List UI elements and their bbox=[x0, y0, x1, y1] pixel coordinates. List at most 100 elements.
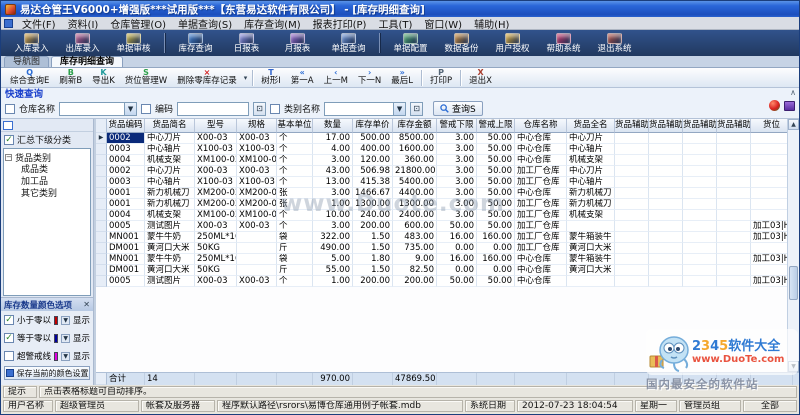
grid-cell[interactable]: X100-03 bbox=[195, 144, 237, 155]
grid-cell[interactable] bbox=[615, 265, 649, 276]
category-lookup-button[interactable]: ⊡ bbox=[410, 102, 423, 116]
category-checkbox[interactable] bbox=[270, 104, 280, 114]
grid-cell[interactable]: 50.00 bbox=[477, 276, 515, 287]
grid-cell[interactable]: 50KG bbox=[195, 243, 237, 254]
grid-cell[interactable] bbox=[717, 177, 751, 188]
tab-stock-detail-query[interactable]: 库存明细查询 bbox=[51, 56, 123, 67]
toolbar-button-first-record[interactable]: «第一A bbox=[286, 68, 319, 87]
menu-item-tools[interactable]: 工具(T) bbox=[372, 16, 418, 31]
table-row[interactable]: 0004机械支架XM100-03XM100-03个3.00120.00360.0… bbox=[96, 155, 799, 166]
grid-cell[interactable]: XM100-03 bbox=[195, 155, 237, 166]
grid-cell[interactable] bbox=[683, 166, 717, 177]
grid-cell[interactable]: 10.00 bbox=[313, 210, 353, 221]
grid-cell[interactable]: XM200-03 bbox=[195, 199, 237, 210]
grid-cell[interactable]: 加工厂仓库 bbox=[515, 232, 567, 243]
grid-cell[interactable]: XM200-03 bbox=[195, 188, 237, 199]
grid-cell[interactable]: 黄河口大米 bbox=[567, 265, 615, 276]
grid-cell[interactable]: 0003 bbox=[107, 177, 145, 188]
row-selector[interactable] bbox=[96, 177, 107, 188]
grid-cell[interactable]: 4400.00 bbox=[393, 188, 437, 199]
grid-cell[interactable]: 17.00 bbox=[313, 133, 353, 144]
grid-cell[interactable]: 50.00 bbox=[477, 221, 515, 232]
grid-cell[interactable] bbox=[649, 254, 683, 265]
grid-cell[interactable]: XM100-03 bbox=[195, 210, 237, 221]
menu-item-data[interactable]: 资料(I) bbox=[62, 16, 105, 31]
grid-cell[interactable]: 5.00 bbox=[313, 254, 353, 265]
grid-cell[interactable]: X00-03 bbox=[195, 133, 237, 144]
grid-cell[interactable] bbox=[649, 155, 683, 166]
grid-cell[interactable]: 机械支架 bbox=[145, 155, 195, 166]
grid-cell[interactable]: 600.00 bbox=[393, 221, 437, 232]
grid-cell[interactable]: 1466.67 bbox=[353, 188, 393, 199]
grid-cell[interactable] bbox=[237, 232, 277, 243]
table-row[interactable]: DM001黄河口大米50KG斤55.001.5082.500.000.00中心仓… bbox=[96, 265, 799, 276]
grid-cell[interactable] bbox=[615, 166, 649, 177]
grid-cell[interactable]: 1300.00 bbox=[393, 199, 437, 210]
grid-cell[interactable] bbox=[237, 265, 277, 276]
grid-cell[interactable] bbox=[683, 199, 717, 210]
toolbar-button-exit-system[interactable]: 退出系统 bbox=[590, 31, 639, 56]
grid-cell[interactable]: 16.00 bbox=[437, 232, 477, 243]
toolbar-button-last-record[interactable]: »最后L bbox=[386, 68, 418, 87]
grid-cell[interactable]: 1.50 bbox=[353, 232, 393, 243]
grid-cell[interactable]: 9.00 bbox=[393, 254, 437, 265]
toolbar-button-delete-zero-stock[interactable]: ×删除零库存记录 bbox=[172, 68, 242, 87]
grid-cell[interactable] bbox=[683, 133, 717, 144]
grid-cell[interactable]: 新力机械刀 bbox=[145, 188, 195, 199]
grid-cell[interactable] bbox=[683, 265, 717, 276]
toolbar-button-data-backup[interactable]: 数据备份 bbox=[437, 31, 486, 56]
grid-cell[interactable]: 3.00 bbox=[437, 177, 477, 188]
grid-cell[interactable]: 16.00 bbox=[437, 254, 477, 265]
grid-cell[interactable]: XM100-03 bbox=[237, 155, 277, 166]
search-button[interactable]: 查询S bbox=[433, 101, 483, 116]
grid-cell[interactable]: 483.00 bbox=[393, 232, 437, 243]
grid-cell[interactable]: 加工厂仓库 bbox=[515, 243, 567, 254]
grid-cell[interactable]: 0.00 bbox=[437, 243, 477, 254]
grid-cell[interactable]: 250ML*16 bbox=[195, 254, 237, 265]
menu-item-window[interactable]: 窗口(W) bbox=[418, 16, 468, 31]
chevron-down-icon[interactable]: ▼ bbox=[124, 103, 136, 115]
table-row[interactable]: 0005测试图片X00-03X00-03个1.00200.00200.0050.… bbox=[96, 276, 799, 287]
grid-cell[interactable]: 黄河口大米 bbox=[145, 243, 195, 254]
toolbar-button-tree-view[interactable]: T树形I bbox=[256, 68, 286, 87]
grid-cell[interactable]: 新力机械刀 bbox=[145, 199, 195, 210]
column-header[interactable]: 型号 bbox=[195, 119, 237, 133]
grid-cell[interactable] bbox=[683, 210, 717, 221]
grid-cell[interactable]: 中心仓库 bbox=[515, 133, 567, 144]
grid-cell[interactable] bbox=[649, 221, 683, 232]
grid-cell[interactable] bbox=[683, 276, 717, 287]
grid-cell[interactable]: 120.00 bbox=[353, 155, 393, 166]
grid-cell[interactable]: 50.00 bbox=[477, 144, 515, 155]
row-selector[interactable] bbox=[96, 144, 107, 155]
grid-cell[interactable]: 3.00 bbox=[313, 155, 353, 166]
column-header[interactable]: 货品编码 bbox=[107, 119, 145, 133]
row-selector[interactable] bbox=[96, 210, 107, 221]
code-checkbox[interactable] bbox=[141, 104, 151, 114]
grid-cell[interactable]: 3.00 bbox=[437, 188, 477, 199]
grid-cell[interactable] bbox=[683, 221, 717, 232]
scroll-up-icon[interactable]: ▲ bbox=[788, 119, 799, 130]
grid-cell[interactable]: 50.00 bbox=[477, 166, 515, 177]
column-header[interactable]: 货品辅助一 bbox=[615, 119, 649, 133]
grid-cell[interactable] bbox=[615, 177, 649, 188]
grid-cell[interactable]: 1300.00 bbox=[353, 199, 393, 210]
grid-cell[interactable] bbox=[615, 199, 649, 210]
grid-cell[interactable]: 1600.00 bbox=[393, 144, 437, 155]
summarize-checkbox[interactable]: ✓ bbox=[4, 135, 14, 145]
grid-cell[interactable]: X00-03 bbox=[195, 221, 237, 232]
grid-cell[interactable]: X100-03 bbox=[237, 177, 277, 188]
column-header[interactable]: 规格 bbox=[237, 119, 277, 133]
grid-cell[interactable]: 中心刀片 bbox=[145, 166, 195, 177]
grid-cell[interactable] bbox=[683, 155, 717, 166]
grid-cell[interactable]: 0001 bbox=[107, 188, 145, 199]
grid-cell[interactable] bbox=[567, 221, 615, 232]
tree-item[interactable]: 其它类别 bbox=[5, 188, 89, 200]
row-selector[interactable] bbox=[96, 166, 107, 177]
grid-cell[interactable] bbox=[615, 188, 649, 199]
column-header[interactable]: 基本单位 bbox=[277, 119, 313, 133]
toolbar-button-monthly-report[interactable]: 月报表 bbox=[273, 31, 322, 56]
grid-cell[interactable]: 个 bbox=[277, 166, 313, 177]
table-row[interactable]: ▶0002中心刀片X00-03X00-03个17.00500.008500.00… bbox=[96, 133, 799, 144]
grid-cell[interactable]: 个 bbox=[277, 177, 313, 188]
grid-cell[interactable]: 加工厂仓库 bbox=[515, 221, 567, 232]
